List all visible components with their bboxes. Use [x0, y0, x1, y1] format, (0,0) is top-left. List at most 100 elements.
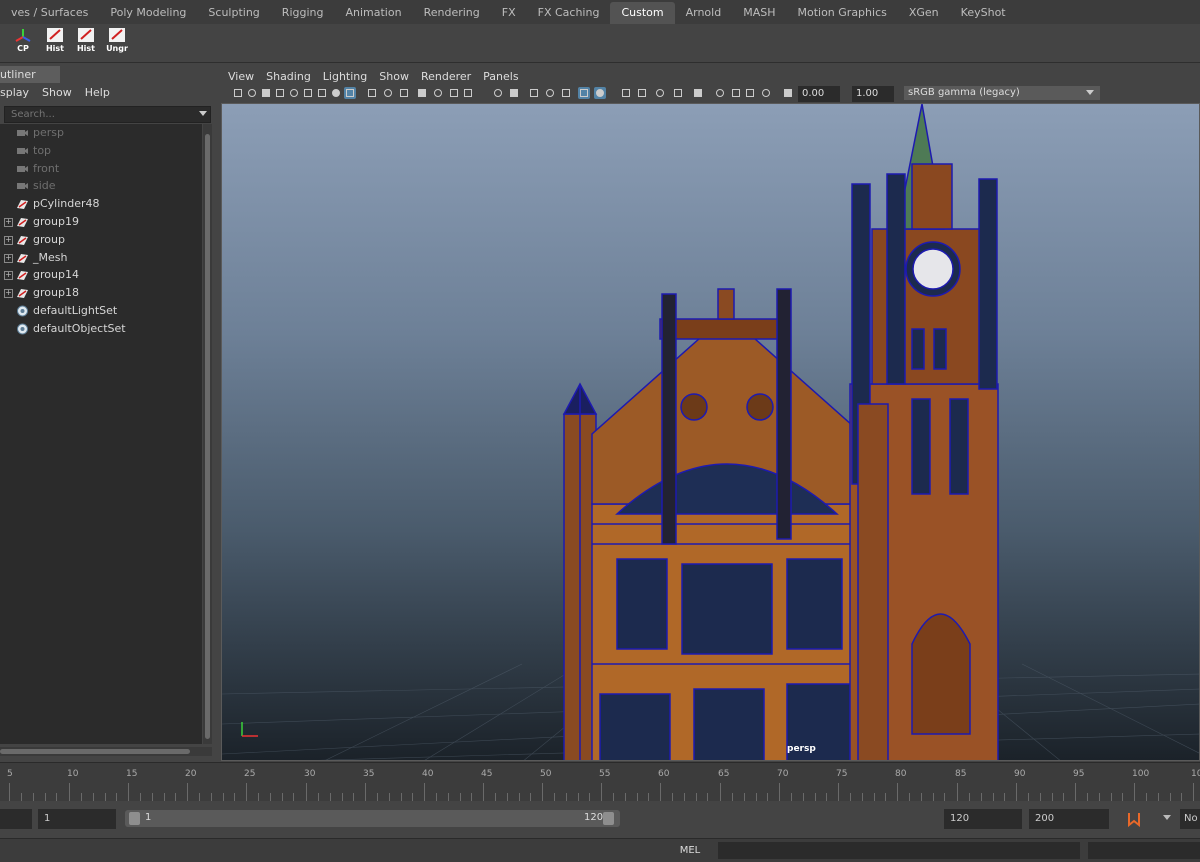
center-pivot-button[interactable]: CP: [10, 26, 36, 56]
viewport-tool-icon[interactable]: [654, 87, 666, 99]
menu-lighting[interactable]: Lighting: [317, 68, 373, 85]
outliner-item[interactable]: persp: [0, 124, 200, 142]
viewport-tool-icon[interactable]: [302, 87, 314, 99]
shelf-tab-custom[interactable]: Custom: [610, 2, 675, 24]
viewport-tool-icon[interactable]: [398, 87, 410, 99]
viewport-tool-icon[interactable]: [260, 87, 272, 99]
shelf-tab-motion-graphics[interactable]: Motion Graphics: [786, 2, 897, 24]
outliner-item[interactable]: + group: [0, 231, 200, 249]
color-space-dropdown[interactable]: sRGB gamma (legacy): [904, 86, 1100, 100]
menu-display[interactable]: splay: [0, 84, 36, 102]
viewport-tool-icon[interactable]: [316, 87, 328, 99]
menu-renderer[interactable]: Renderer: [415, 68, 477, 85]
viewport-tool-icon[interactable]: [508, 87, 520, 99]
menu-show[interactable]: Show: [373, 68, 415, 85]
expand-icon[interactable]: +: [4, 235, 13, 245]
viewport-tool-icon[interactable]: [492, 87, 504, 99]
expand-icon[interactable]: +: [4, 253, 13, 263]
search-input[interactable]: [5, 107, 191, 122]
outliner-item[interactable]: defaultObjectSet: [0, 320, 200, 338]
outliner-item[interactable]: defaultLightSet: [0, 302, 200, 320]
shelf-tab-rendering[interactable]: Rendering: [413, 2, 491, 24]
viewport-tool-icon[interactable]: [714, 87, 726, 99]
viewport-tool-icon[interactable]: [416, 87, 428, 99]
viewport-tool-icon[interactable]: [432, 87, 444, 99]
shelf-tab-ves-surfaces[interactable]: ves / Surfaces: [0, 2, 99, 24]
delete-history-button[interactable]: Hist: [42, 26, 68, 56]
viewport-tool-icon[interactable]: [782, 87, 794, 99]
outliner-item[interactable]: top: [0, 142, 200, 160]
menu-help[interactable]: Help: [85, 84, 117, 102]
expand-icon[interactable]: +: [4, 289, 13, 299]
menu-view[interactable]: View: [222, 68, 260, 85]
range-start-handle[interactable]: [129, 812, 140, 825]
viewport-tool-icon[interactable]: [528, 87, 540, 99]
viewport-tool-icon[interactable]: [448, 87, 460, 99]
viewport-tool-icon[interactable]: [594, 87, 606, 99]
shelf-tab-arnold[interactable]: Arnold: [675, 2, 733, 24]
viewport-tool-icon[interactable]: [462, 87, 474, 99]
shelf-tab-mash[interactable]: MASH: [732, 2, 786, 24]
menu-panels[interactable]: Panels: [477, 68, 524, 85]
delete-history-button-2[interactable]: Hist: [73, 26, 99, 56]
chevron-down-icon[interactable]: [199, 111, 207, 116]
scroll-thumb[interactable]: [205, 134, 210, 739]
outliner-item[interactable]: side: [0, 177, 200, 195]
shelf-tab-fx[interactable]: FX: [491, 2, 527, 24]
viewport-tool-icon[interactable]: [382, 87, 394, 99]
character-set-field[interactable]: No: [1180, 809, 1200, 829]
outliner-item[interactable]: + group19: [0, 213, 200, 231]
shelf-tab-fx-caching[interactable]: FX Caching: [527, 2, 611, 24]
expand-icon[interactable]: +: [4, 271, 13, 281]
shelf-tab-poly-modeling[interactable]: Poly Modeling: [99, 2, 197, 24]
viewport-tool-icon[interactable]: [620, 87, 632, 99]
viewport-tool-icon[interactable]: [760, 87, 772, 99]
range-end-handle[interactable]: [603, 812, 614, 825]
viewport-tool-icon[interactable]: [232, 87, 244, 99]
viewport-tool-icon[interactable]: [744, 87, 756, 99]
outliner-item[interactable]: + _Mesh: [0, 249, 200, 267]
outliner-item[interactable]: front: [0, 160, 200, 178]
viewport-tool-icon[interactable]: [344, 87, 356, 99]
shelf-tab-animation[interactable]: Animation: [334, 2, 412, 24]
viewport-tool-icon[interactable]: [246, 87, 258, 99]
viewport-tool-icon[interactable]: [560, 87, 572, 99]
outliner-vertical-scrollbar[interactable]: [203, 124, 212, 744]
menu-show[interactable]: Show: [42, 84, 79, 102]
exposure-field[interactable]: [798, 86, 840, 102]
viewport-tool-icon[interactable]: [544, 87, 556, 99]
playback-range-slider[interactable]: 1 120: [125, 810, 620, 827]
viewport-tool-icon[interactable]: [274, 87, 286, 99]
time-slider[interactable]: 5 10 15 20 25 30 35 40 45 50 55 60 65 70 75 80 85 90 95 100…: [0, 762, 1200, 801]
outliner-item[interactable]: + group18: [0, 284, 200, 302]
playback-start-field[interactable]: 1: [38, 809, 116, 829]
command-input[interactable]: [718, 842, 1080, 859]
anim-start-field[interactable]: [0, 809, 32, 829]
command-language-label[interactable]: MEL: [668, 843, 712, 858]
outliner-horizontal-scrollbar[interactable]: [0, 747, 212, 756]
playback-end-field[interactable]: 120: [944, 809, 1022, 829]
chevron-down-icon[interactable]: [1163, 815, 1171, 820]
expand-icon[interactable]: +: [4, 218, 13, 227]
gamma-field[interactable]: [852, 86, 894, 102]
viewport-tool-icon[interactable]: [366, 87, 378, 99]
viewport-tool-icon[interactable]: [330, 87, 342, 99]
outliner-item[interactable]: + group14: [0, 266, 200, 284]
viewport-tool-icon[interactable]: [730, 87, 742, 99]
viewport-3d[interactable]: persp: [221, 103, 1200, 761]
anim-end-field[interactable]: 200: [1029, 809, 1109, 829]
viewport-tool-icon[interactable]: [636, 87, 648, 99]
auto-key-icon[interactable]: [1126, 811, 1142, 828]
outliner-item[interactable]: pCylinder48: [0, 195, 200, 213]
ungroup-button[interactable]: Ungr: [104, 26, 130, 56]
scroll-thumb[interactable]: [0, 749, 190, 754]
viewport-tool-icon[interactable]: [692, 87, 704, 99]
shelf-tab-sculpting[interactable]: Sculpting: [197, 2, 270, 24]
viewport-tool-icon[interactable]: [578, 87, 590, 99]
menu-shading[interactable]: Shading: [260, 68, 317, 85]
viewport-tool-icon[interactable]: [288, 87, 300, 99]
viewport-tool-icon[interactable]: [672, 87, 684, 99]
shelf-tab-keyshot[interactable]: KeyShot: [950, 2, 1017, 24]
shelf-tab-rigging[interactable]: Rigging: [271, 2, 335, 24]
shelf-tab-xgen[interactable]: XGen: [898, 2, 950, 24]
